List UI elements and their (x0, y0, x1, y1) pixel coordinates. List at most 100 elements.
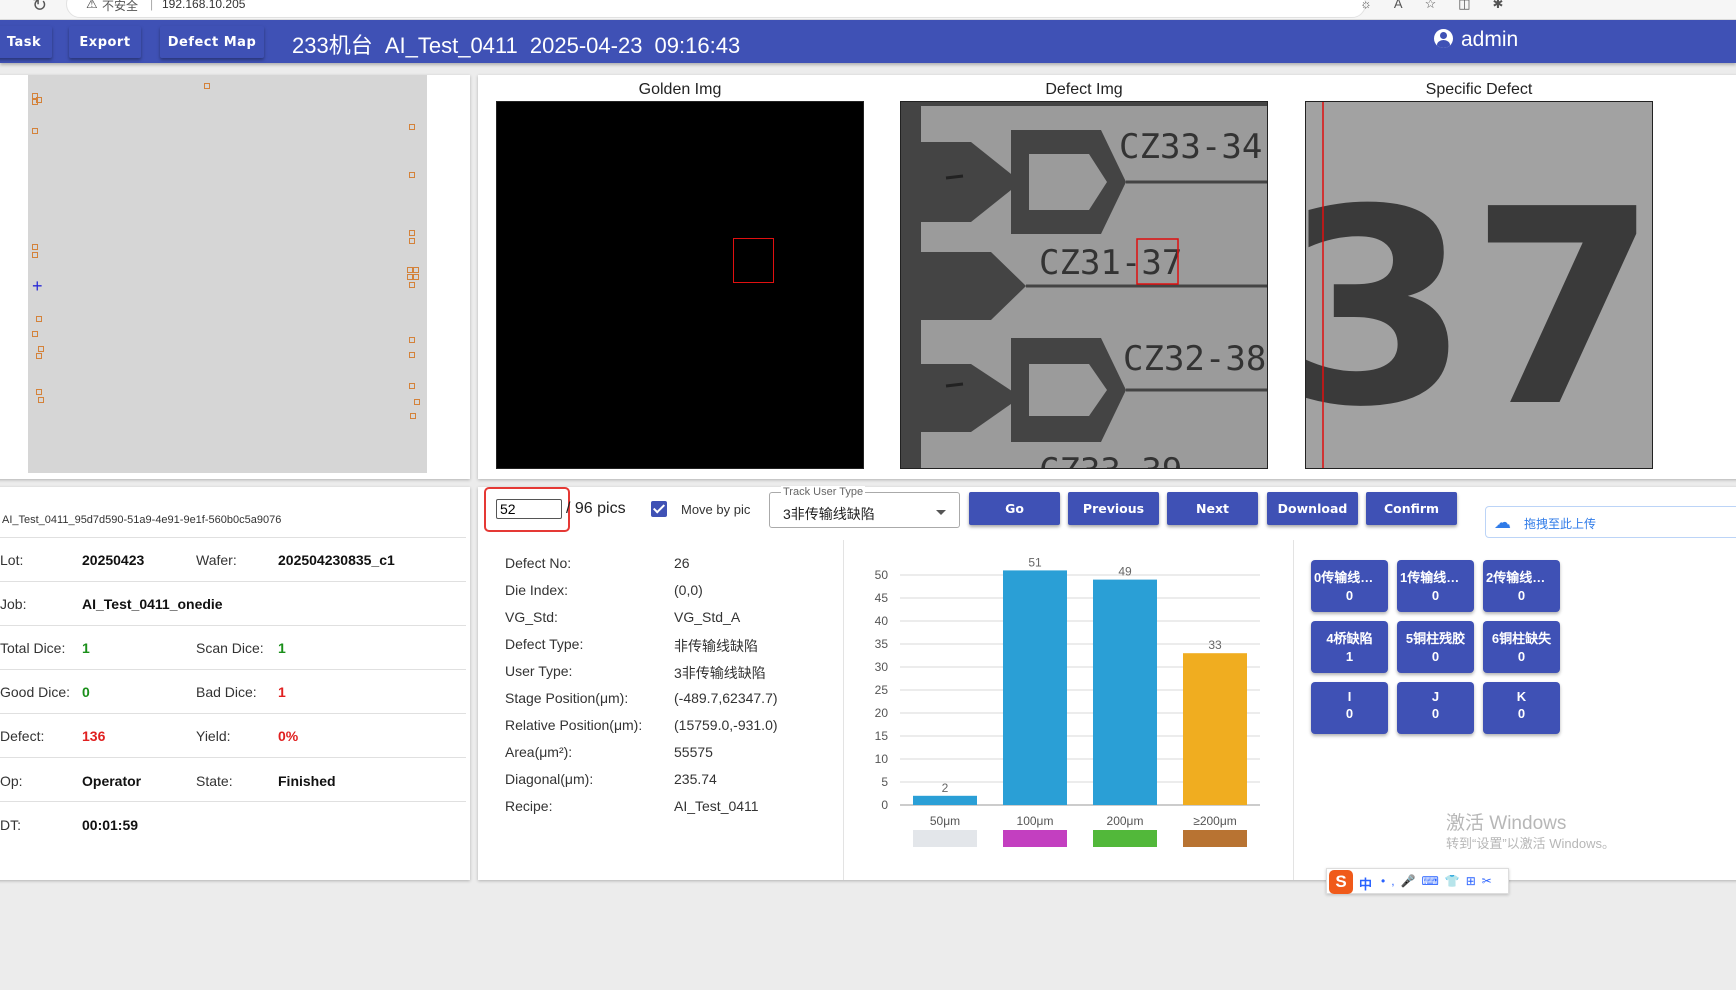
defect-label: Defect: (0, 728, 45, 744)
address-url[interactable]: 192.168.10.205 (162, 0, 245, 11)
download-button[interactable]: Download (1267, 492, 1358, 525)
defect-mark[interactable] (36, 389, 42, 395)
defect-value: 136 (82, 728, 106, 744)
user-type-tile[interactable]: 4桥缺陷 1 (1311, 621, 1388, 673)
info-divider (0, 801, 466, 802)
detail-label: User Type: (505, 663, 573, 679)
defect-mark[interactable] (410, 413, 416, 419)
ime-mode[interactable]: 中 (1359, 874, 1372, 893)
move-by-pic-checkbox[interactable] (651, 501, 667, 517)
defect-mark[interactable] (409, 352, 415, 358)
legend-swatch (913, 830, 977, 847)
reload-icon[interactable]: ↻ (32, 0, 47, 16)
ime-toolbar[interactable]: S 中 •,🎤⌨👕⊞✂ (1326, 868, 1509, 894)
wafer-map[interactable]: + (28, 75, 427, 473)
detail-label: Diagonal(μm): (505, 771, 594, 787)
user-type-tile[interactable]: 6铜柱缺失 0 (1483, 621, 1560, 673)
tile-name: I (1347, 689, 1352, 704)
app-bar: Task Export Defect Map 233机台 AI_Test_041… (0, 20, 1736, 63)
tile-name: 6铜柱缺失 (1491, 631, 1552, 646)
next-button[interactable]: Next (1167, 492, 1258, 525)
defect-mark[interactable] (36, 353, 42, 359)
defect-mark[interactable] (409, 282, 415, 288)
security-label: 不安全 (102, 0, 139, 13)
activation-watermark-title: 激活 Windows (1446, 813, 1567, 834)
tile-count: 0 (1431, 649, 1440, 664)
bad-dice-label: Bad Dice: (196, 684, 257, 700)
defect-mark[interactable] (36, 316, 42, 322)
user-type-tile[interactable]: 2传输线缺失 0 (1483, 560, 1560, 612)
y-tick-label: 35 (875, 637, 889, 651)
wafer-map-card: + (0, 75, 470, 479)
user-menu[interactable]: admin (1434, 28, 1518, 52)
wafer-info-card: AI_Test_0411_95d7d590-51a9-4e91-9e1f-560… (0, 487, 470, 880)
tile-count: 0 (1517, 588, 1526, 603)
defect-mark[interactable] (413, 267, 419, 273)
defect-mark[interactable] (409, 230, 415, 236)
ime-tool-icons[interactable]: •,🎤⌨👕⊞✂ (1381, 874, 1498, 888)
dropdown-arrow-icon[interactable] (936, 510, 946, 515)
x-tick-label: ≥200μm (1193, 814, 1237, 828)
wafer-label: Wafer: (196, 552, 237, 568)
defect-mark[interactable] (409, 124, 415, 130)
info-divider (0, 713, 466, 714)
defect-mark[interactable] (32, 244, 38, 250)
export-button[interactable]: Export (69, 26, 141, 58)
defect-mark[interactable] (32, 128, 38, 134)
bar (1093, 579, 1157, 805)
tile-name: 5铜柱残胶 (1405, 631, 1466, 646)
good-dice-label: Good Dice: (0, 684, 71, 700)
user-type-tile[interactable]: 0传输线缺陷 0 (1311, 560, 1388, 612)
detail-value: 26 (674, 555, 690, 571)
legend-swatch (1003, 830, 1067, 847)
confirm-button[interactable]: Confirm (1366, 492, 1457, 525)
defect-mark[interactable] (413, 274, 419, 280)
defect-mark[interactable] (204, 83, 210, 89)
defect-mark[interactable] (38, 397, 44, 403)
defect-image[interactable]: CZ33-34 CZ31-37 CZ32-38 CZ33-39 (900, 101, 1268, 469)
golden-image[interactable] (496, 101, 864, 469)
user-type-tile[interactable]: 5铜柱残胶 0 (1397, 621, 1474, 673)
tile-name: 2传输线缺失 (1486, 570, 1559, 585)
go-button[interactable]: Go (969, 492, 1060, 525)
bar (1003, 570, 1067, 805)
previous-button[interactable]: Previous (1068, 492, 1159, 525)
defect-mark[interactable] (32, 99, 38, 105)
defect-label-mid: CZ31-37 (1039, 243, 1182, 283)
user-type-tile[interactable]: 1传输线残胶 0 (1397, 560, 1474, 612)
defect-mark[interactable] (409, 383, 415, 389)
user-type-tile[interactable]: K0 (1483, 682, 1560, 734)
address-bar[interactable] (66, 0, 1366, 18)
activation-watermark-text: 转到“设置”以激活 Windows。 (1446, 836, 1616, 851)
legend-swatch (1093, 830, 1157, 847)
tile-name: 4桥缺陷 (1326, 631, 1373, 646)
bar (913, 795, 977, 805)
task-button[interactable]: Task (0, 26, 52, 58)
user-type-tile[interactable]: I0 (1311, 682, 1388, 734)
defect-mark[interactable] (32, 331, 38, 337)
defect-map-button[interactable]: Defect Map (160, 26, 264, 58)
defect-mark[interactable] (409, 337, 415, 343)
total-dice-value: 1 (82, 640, 90, 656)
y-tick-label: 10 (875, 752, 889, 766)
detail-value: (0,0) (674, 582, 703, 598)
defect-guid[interactable]: AI_Test_0411_95d7d590-51a9-4e91-9e1f-560… (2, 514, 281, 526)
scan-dice-value: 1 (278, 640, 286, 656)
info-divider (0, 625, 466, 626)
specific-defect-image[interactable]: 37 (1305, 101, 1653, 469)
x-tick-label: 50μm (930, 814, 960, 828)
specific-defect-label: Specific Defect (1425, 81, 1533, 98)
defect-mark[interactable] (414, 399, 420, 405)
browser-action-icons[interactable]: ☼A☆◫✱ (1360, 0, 1525, 12)
chart-svg: 0 5 10 15 20 25 30 35 40 45 50 2 50μm 51 100μm 49 200μm 3… (875, 555, 1260, 847)
detail-label: Defect Type: (505, 636, 584, 652)
defect-mark[interactable] (409, 172, 415, 178)
user-type-tile[interactable]: J0 (1397, 682, 1474, 734)
tile-count: 0 (1345, 706, 1354, 721)
y-tick-label: 5 (881, 775, 888, 789)
detail-label: Die Index: (505, 582, 569, 598)
drag-upload-area[interactable]: ☁ 拖拽至此上传 (1485, 506, 1736, 538)
defect-mark[interactable] (32, 252, 38, 258)
defect-mark[interactable] (38, 346, 44, 352)
defect-mark[interactable] (409, 238, 415, 244)
